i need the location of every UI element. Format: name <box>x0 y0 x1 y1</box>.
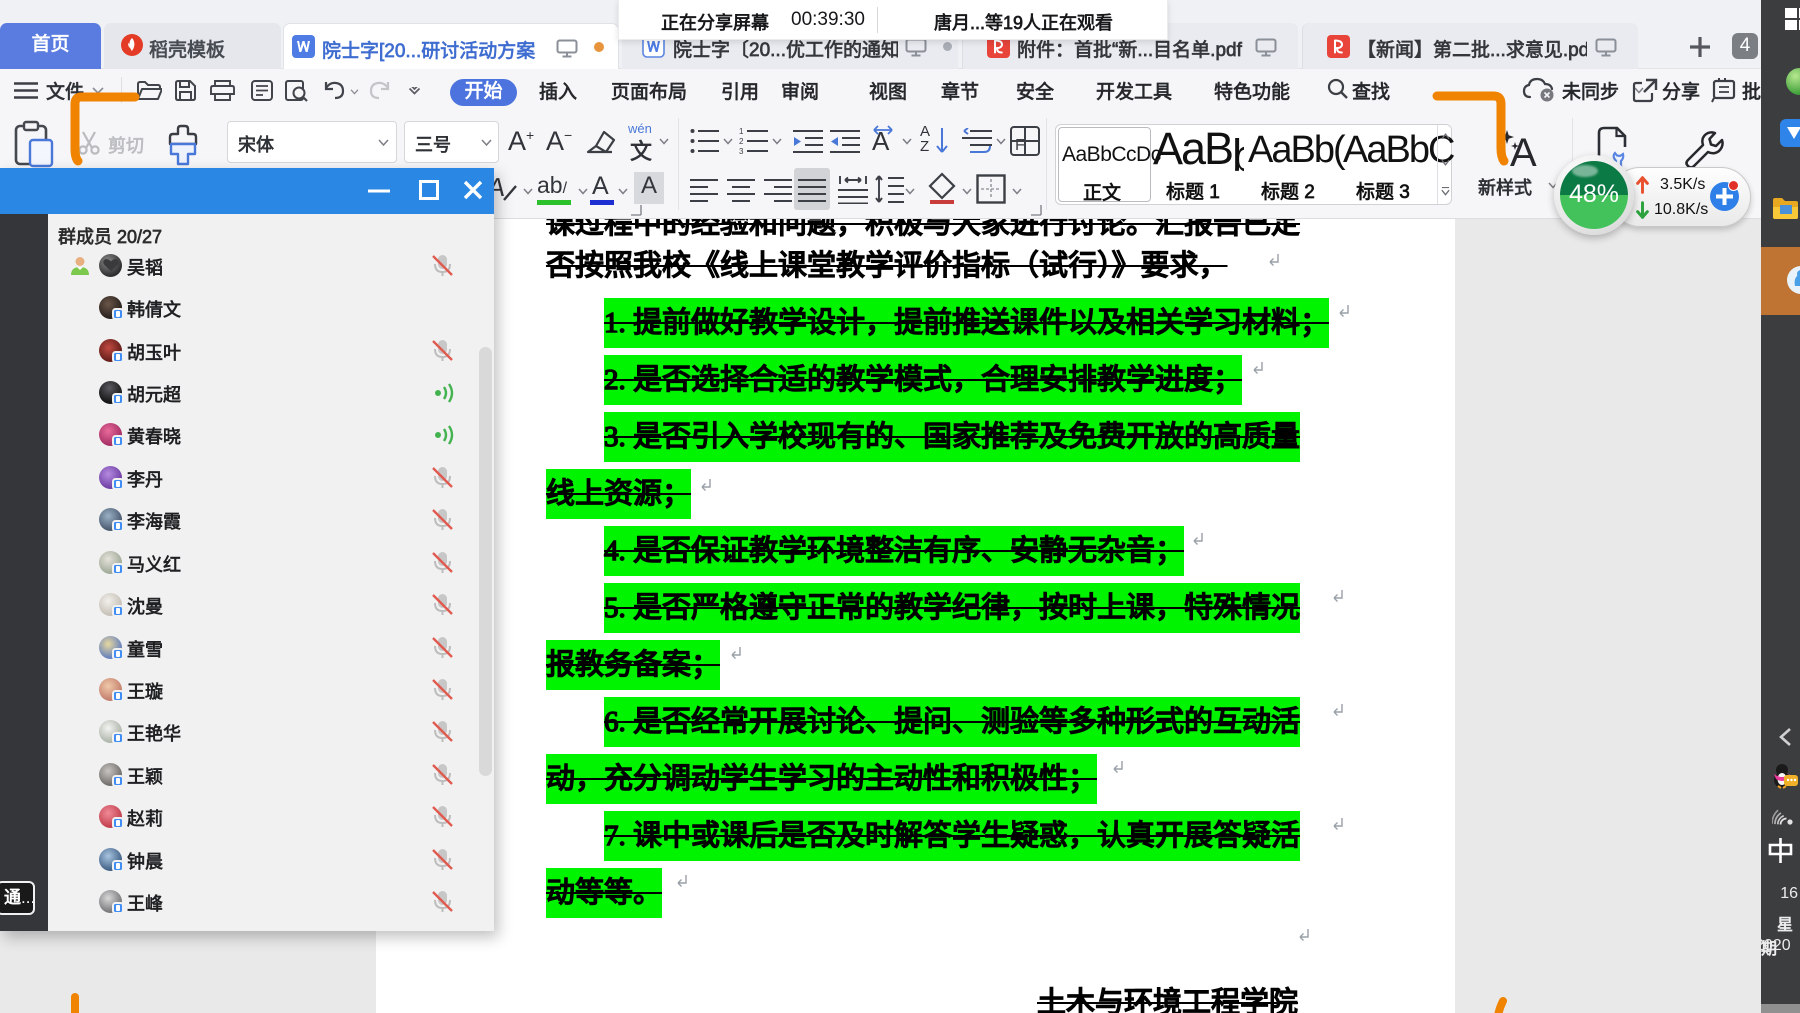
svg-text:2: 2 <box>739 137 744 146</box>
svg-text:3: 3 <box>739 147 744 154</box>
svg-text:1: 1 <box>739 128 744 136</box>
svg-text:F: F <box>1015 137 1025 154</box>
svg-text:A: A <box>1510 131 1537 170</box>
